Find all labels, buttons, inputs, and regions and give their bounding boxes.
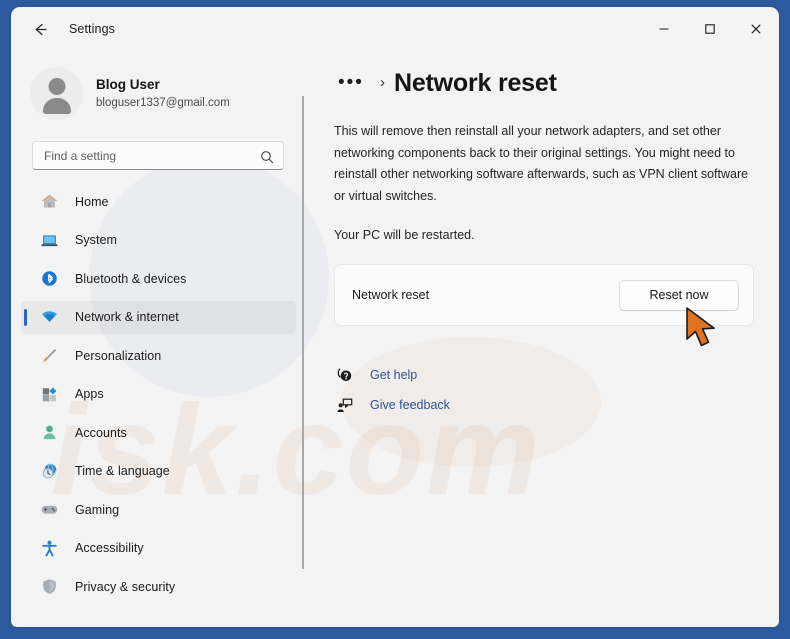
account-name: Blog User (96, 76, 160, 92)
bluetooth-icon (39, 269, 59, 289)
account-email: bloguser1337@gmail.com (96, 96, 230, 109)
sidebar: Blog User bloguser1337@gmail.com Find a … (11, 51, 304, 627)
close-icon (751, 24, 761, 34)
get-help-label: Get help (370, 368, 418, 382)
sidebar-item-label: Accessibility (75, 541, 144, 555)
paintbrush-icon (39, 346, 59, 366)
give-feedback-link[interactable]: Give feedback (334, 390, 484, 420)
clock-globe-icon (39, 461, 59, 481)
sidebar-item-label: System (75, 233, 117, 247)
network-reset-card: Network reset Reset now (334, 264, 754, 326)
gamepad-icon (39, 500, 59, 520)
get-help-link[interactable]: Get help (334, 360, 484, 390)
breadcrumb: ••• › Network reset (334, 68, 779, 98)
window-title: Settings (69, 22, 115, 36)
back-button[interactable] (21, 13, 59, 45)
accessibility-icon (39, 538, 59, 558)
avatar-head (48, 78, 65, 95)
account-block[interactable]: Blog User bloguser1337@gmail.com (11, 51, 304, 120)
sidebar-scrollbar[interactable] (302, 96, 304, 569)
back-arrow-icon (35, 23, 47, 35)
page-title: Network reset (393, 69, 557, 97)
home-icon (39, 192, 59, 212)
sidebar-item-label: Privacy & security (75, 579, 176, 594)
support-links: Get help Give feedback (334, 360, 779, 420)
restart-note: Your PC will be restarted. (334, 228, 475, 242)
minimize-icon (659, 28, 669, 30)
close-button[interactable] (733, 7, 779, 51)
search-input[interactable] (33, 148, 283, 163)
search-box[interactable] (32, 141, 284, 170)
maximize-icon (705, 24, 715, 34)
user-avatar-icon (30, 67, 83, 120)
sidebar-item-label: Network & internet (75, 310, 179, 324)
accounts-person-icon (39, 423, 59, 443)
sidebar-item-label: Apps (75, 387, 104, 401)
sidebar-item-label: Time & language (75, 464, 170, 478)
sidebar-item-network-internet[interactable]: Network & internet (21, 300, 296, 334)
main-content: ••• › Network reset This will remove the… (304, 51, 779, 627)
network-reset-card-label: Network reset (352, 288, 430, 302)
sidebar-item-accessibility[interactable]: Accessibility (21, 532, 296, 565)
sidebar-item-apps[interactable]: Apps (21, 378, 296, 411)
sidebar-item-label: Home (75, 194, 109, 209)
sidebar-item-gaming[interactable]: Gaming (21, 493, 296, 526)
minimize-button[interactable] (641, 7, 687, 51)
breadcrumb-overflow-button[interactable]: ••• (334, 72, 368, 94)
sidebar-item-home[interactable]: Home (21, 185, 296, 218)
sidebar-item-accounts[interactable]: Accounts (21, 416, 296, 449)
sidebar-item-time-language[interactable]: Time & language (21, 455, 296, 488)
sidebar-item-label: Personalization (75, 348, 162, 363)
help-question-icon (334, 365, 356, 385)
caption-buttons (641, 7, 779, 51)
feedback-person-icon (334, 395, 356, 415)
window-frame: isk.com Settings Blog User bloguser1337@… (0, 0, 790, 639)
wifi-icon (39, 307, 59, 327)
navigation-list: Home System Bluetooth & devices Network … (11, 185, 304, 603)
avatar-body (42, 98, 71, 114)
settings-window: isk.com Settings Blog User bloguser1337@… (11, 7, 779, 627)
give-feedback-label: Give feedback (370, 398, 450, 412)
title-bar: Settings (11, 7, 779, 51)
sidebar-item-label: Accounts (75, 425, 127, 440)
maximize-button[interactable] (687, 7, 733, 51)
system-laptop-icon (39, 230, 59, 250)
reset-now-button[interactable]: Reset now (619, 279, 739, 311)
sidebar-item-bluetooth-devices[interactable]: Bluetooth & devices (21, 262, 296, 295)
sidebar-item-personalization[interactable]: Personalization (21, 339, 296, 372)
sidebar-item-system[interactable]: System (21, 224, 296, 257)
sidebar-item-label: Gaming (75, 502, 120, 517)
account-text: Blog User bloguser1337@gmail.com (96, 76, 230, 112)
search-icon[interactable] (256, 146, 277, 167)
sidebar-item-label: Bluetooth & devices (75, 271, 187, 286)
chevron-right-icon: › (379, 74, 385, 91)
shield-icon (39, 577, 59, 597)
sidebar-item-privacy-security[interactable]: Privacy & security (21, 570, 296, 603)
page-description: This will remove then reinstall all your… (334, 124, 749, 203)
apps-icon (39, 384, 59, 404)
